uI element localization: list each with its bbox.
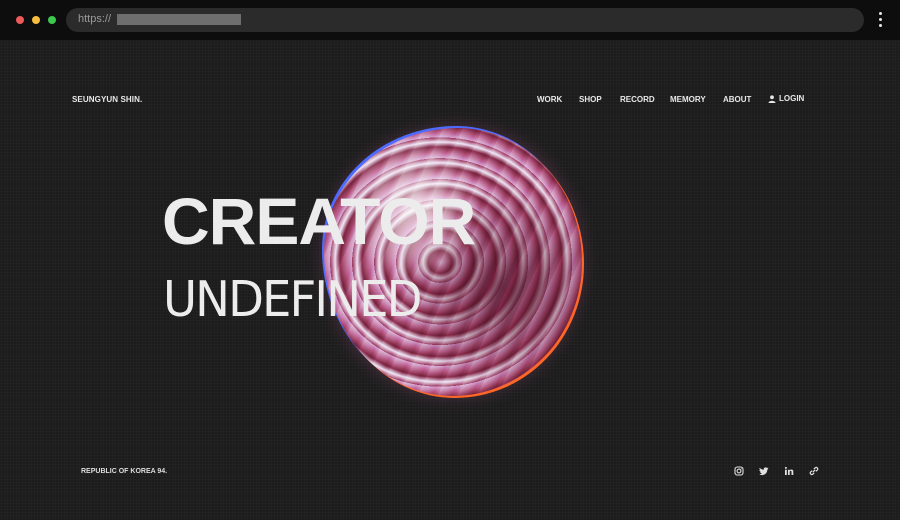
nav-work[interactable]: WORK bbox=[537, 95, 562, 104]
instagram-icon[interactable] bbox=[734, 466, 744, 476]
nav-about[interactable]: ABOUT bbox=[723, 95, 751, 104]
address-bar[interactable]: https:// bbox=[66, 8, 864, 32]
login-label: LOGIN bbox=[779, 94, 805, 103]
footer-location: REPUBLIC OF KOREA 94. bbox=[81, 468, 168, 475]
hero-title-undefined: UNDEFINED bbox=[163, 271, 423, 328]
login-link[interactable]: LOGIN bbox=[768, 94, 804, 103]
nav-record[interactable]: RECORD bbox=[620, 95, 655, 104]
browser-menu-icon[interactable] bbox=[876, 12, 884, 32]
maximize-window-button[interactable] bbox=[48, 16, 56, 24]
brand-logo[interactable]: SEUNGYUN SHIN. bbox=[72, 95, 142, 104]
page: SEUNGYUN SHIN. WORK SHOP RECORD MEMORY A… bbox=[0, 40, 900, 520]
hero-title-creator: CREATOR bbox=[162, 184, 476, 258]
nav-memory[interactable]: MEMORY bbox=[670, 95, 706, 104]
close-window-button[interactable] bbox=[16, 16, 24, 24]
user-icon bbox=[768, 94, 776, 103]
link-icon[interactable] bbox=[809, 466, 819, 476]
sphere-texture-overlay bbox=[324, 128, 582, 396]
linkedin-icon[interactable] bbox=[784, 466, 794, 476]
url-scheme: https:// bbox=[78, 13, 112, 25]
browser-chrome: https:// bbox=[0, 0, 900, 40]
minimize-window-button[interactable] bbox=[32, 16, 40, 24]
url-redacted-block bbox=[117, 14, 241, 25]
twitter-icon[interactable] bbox=[759, 466, 769, 476]
nav-shop[interactable]: SHOP bbox=[579, 95, 602, 104]
